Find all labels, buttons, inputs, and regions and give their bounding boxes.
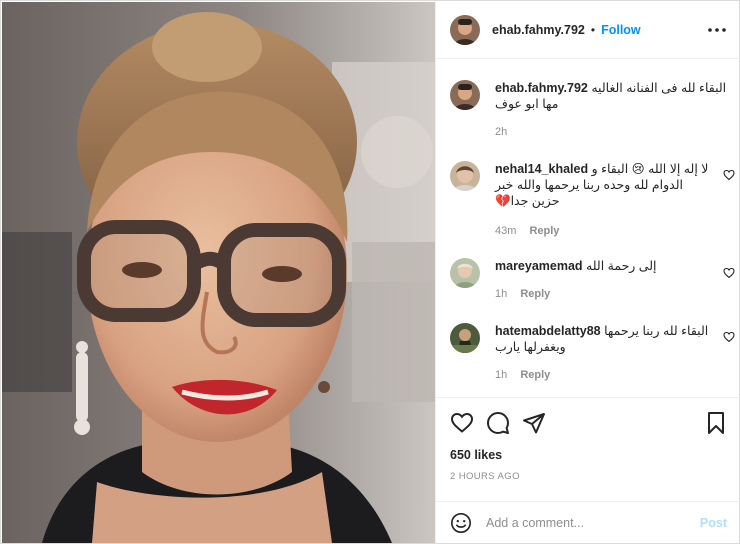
comment-time[interactable]: 1h xyxy=(495,288,507,300)
likes-count[interactable]: 650 likes xyxy=(450,448,502,462)
bookmark-icon[interactable] xyxy=(704,411,728,435)
like-comment-heart-icon[interactable] xyxy=(723,331,735,343)
separator-dot: • xyxy=(590,23,596,37)
follow-button[interactable]: Follow xyxy=(601,23,641,37)
commenter-avatar[interactable] xyxy=(450,323,480,353)
caption-time[interactable]: 2h xyxy=(495,126,507,138)
heart-icon[interactable] xyxy=(450,411,474,435)
reply-button[interactable]: Reply xyxy=(529,225,559,237)
comments-list[interactable]: ehab.fahmy.792 البقاء لله فى الفنانه الغ… xyxy=(436,59,740,397)
commenter-username[interactable]: mareyamemad xyxy=(495,259,583,273)
more-horizontal-icon[interactable] xyxy=(705,18,729,42)
commenter-avatar[interactable] xyxy=(450,161,480,191)
post-comment-button[interactable]: Post xyxy=(700,516,727,530)
post-header: ehab.fahmy.792 • Follow xyxy=(436,2,740,59)
post-timestamp[interactable]: 2 HOURS AGO xyxy=(450,471,520,482)
emoji-icon[interactable] xyxy=(450,512,472,534)
reply-button[interactable]: Reply xyxy=(520,288,550,300)
post-modal: ehab.fahmy.792 • Follow ehab.fahmy.792 ا… xyxy=(0,0,740,544)
post-side-panel: ehab.fahmy.792 • Follow ehab.fahmy.792 ا… xyxy=(435,2,740,543)
commenter-avatar[interactable] xyxy=(450,258,480,288)
action-icons xyxy=(450,411,728,435)
share-icon[interactable] xyxy=(522,411,546,435)
portrait-image xyxy=(2,2,435,543)
comment-time[interactable]: 43m xyxy=(495,225,516,237)
comment-time[interactable]: 1h xyxy=(495,369,507,381)
comment-icon[interactable] xyxy=(486,411,510,435)
caption-avatar[interactable] xyxy=(450,80,480,110)
author-avatar[interactable] xyxy=(450,15,480,45)
commenter-username[interactable]: nehal14_khaled xyxy=(495,162,588,176)
like-comment-heart-icon[interactable] xyxy=(723,267,735,279)
commenter-username[interactable]: hatemabdelatty88 xyxy=(495,324,601,338)
post-actions: 650 likes 2 HOURS AGO Post xyxy=(436,397,740,543)
author-username[interactable]: ehab.fahmy.792 xyxy=(492,23,585,37)
post-photo[interactable] xyxy=(2,2,435,543)
comment-text: إلى رحمة الله xyxy=(586,259,657,273)
like-comment-heart-icon[interactable] xyxy=(723,169,735,181)
add-comment-bar: Post xyxy=(436,501,740,544)
comment-input[interactable] xyxy=(486,516,686,530)
reply-button[interactable]: Reply xyxy=(520,369,550,381)
caption-username[interactable]: ehab.fahmy.792 xyxy=(495,81,588,95)
